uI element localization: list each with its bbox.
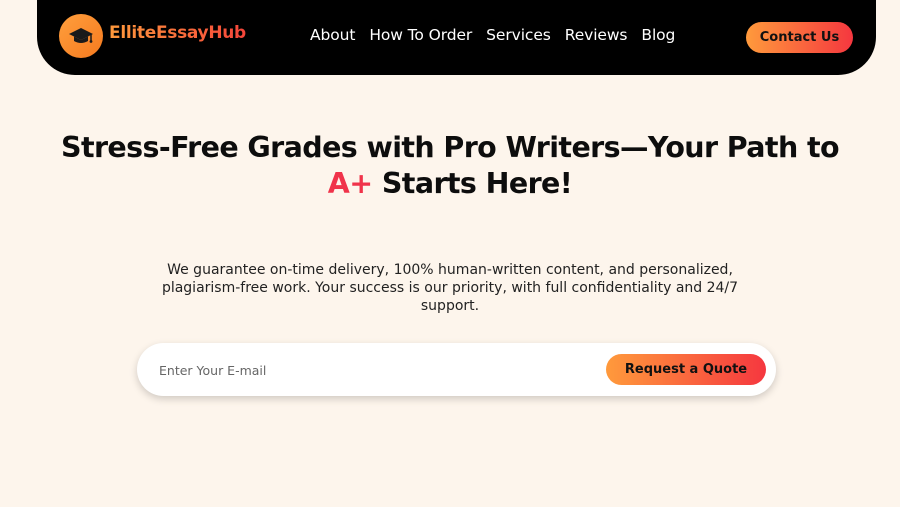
contact-us-button[interactable]: Contact Us [746, 22, 853, 53]
hero-title-accent: A+ [327, 167, 373, 200]
nav-link-blog[interactable]: Blog [641, 26, 675, 44]
nav-link-reviews[interactable]: Reviews [565, 26, 628, 44]
email-input[interactable] [157, 355, 581, 385]
graduation-cap-icon [59, 14, 103, 58]
main-nav: About How To Order Services Reviews Blog [310, 26, 689, 44]
nav-link-services[interactable]: Services [486, 26, 551, 44]
request-quote-button[interactable]: Request a Quote [606, 354, 766, 385]
navbar: ElliteEssayHub About How To Order Servic… [37, 0, 876, 75]
hero-title-line2: Starts Here! [372, 167, 573, 200]
brand-logo[interactable]: ElliteEssayHub [59, 14, 246, 58]
nav-link-about[interactable]: About [310, 26, 355, 44]
nav-link-how-to-order[interactable]: How To Order [369, 26, 472, 44]
hero-title: Stress-Free Grades with Pro Writers—Your… [0, 130, 900, 202]
hero-subtitle: We guarantee on-time delivery, 100% huma… [161, 262, 739, 314]
quote-form: Request a Quote [137, 343, 776, 396]
brand-name: ElliteEssayHub [109, 23, 246, 43]
hero-title-line1: Stress-Free Grades with Pro Writers—Your… [61, 131, 840, 164]
